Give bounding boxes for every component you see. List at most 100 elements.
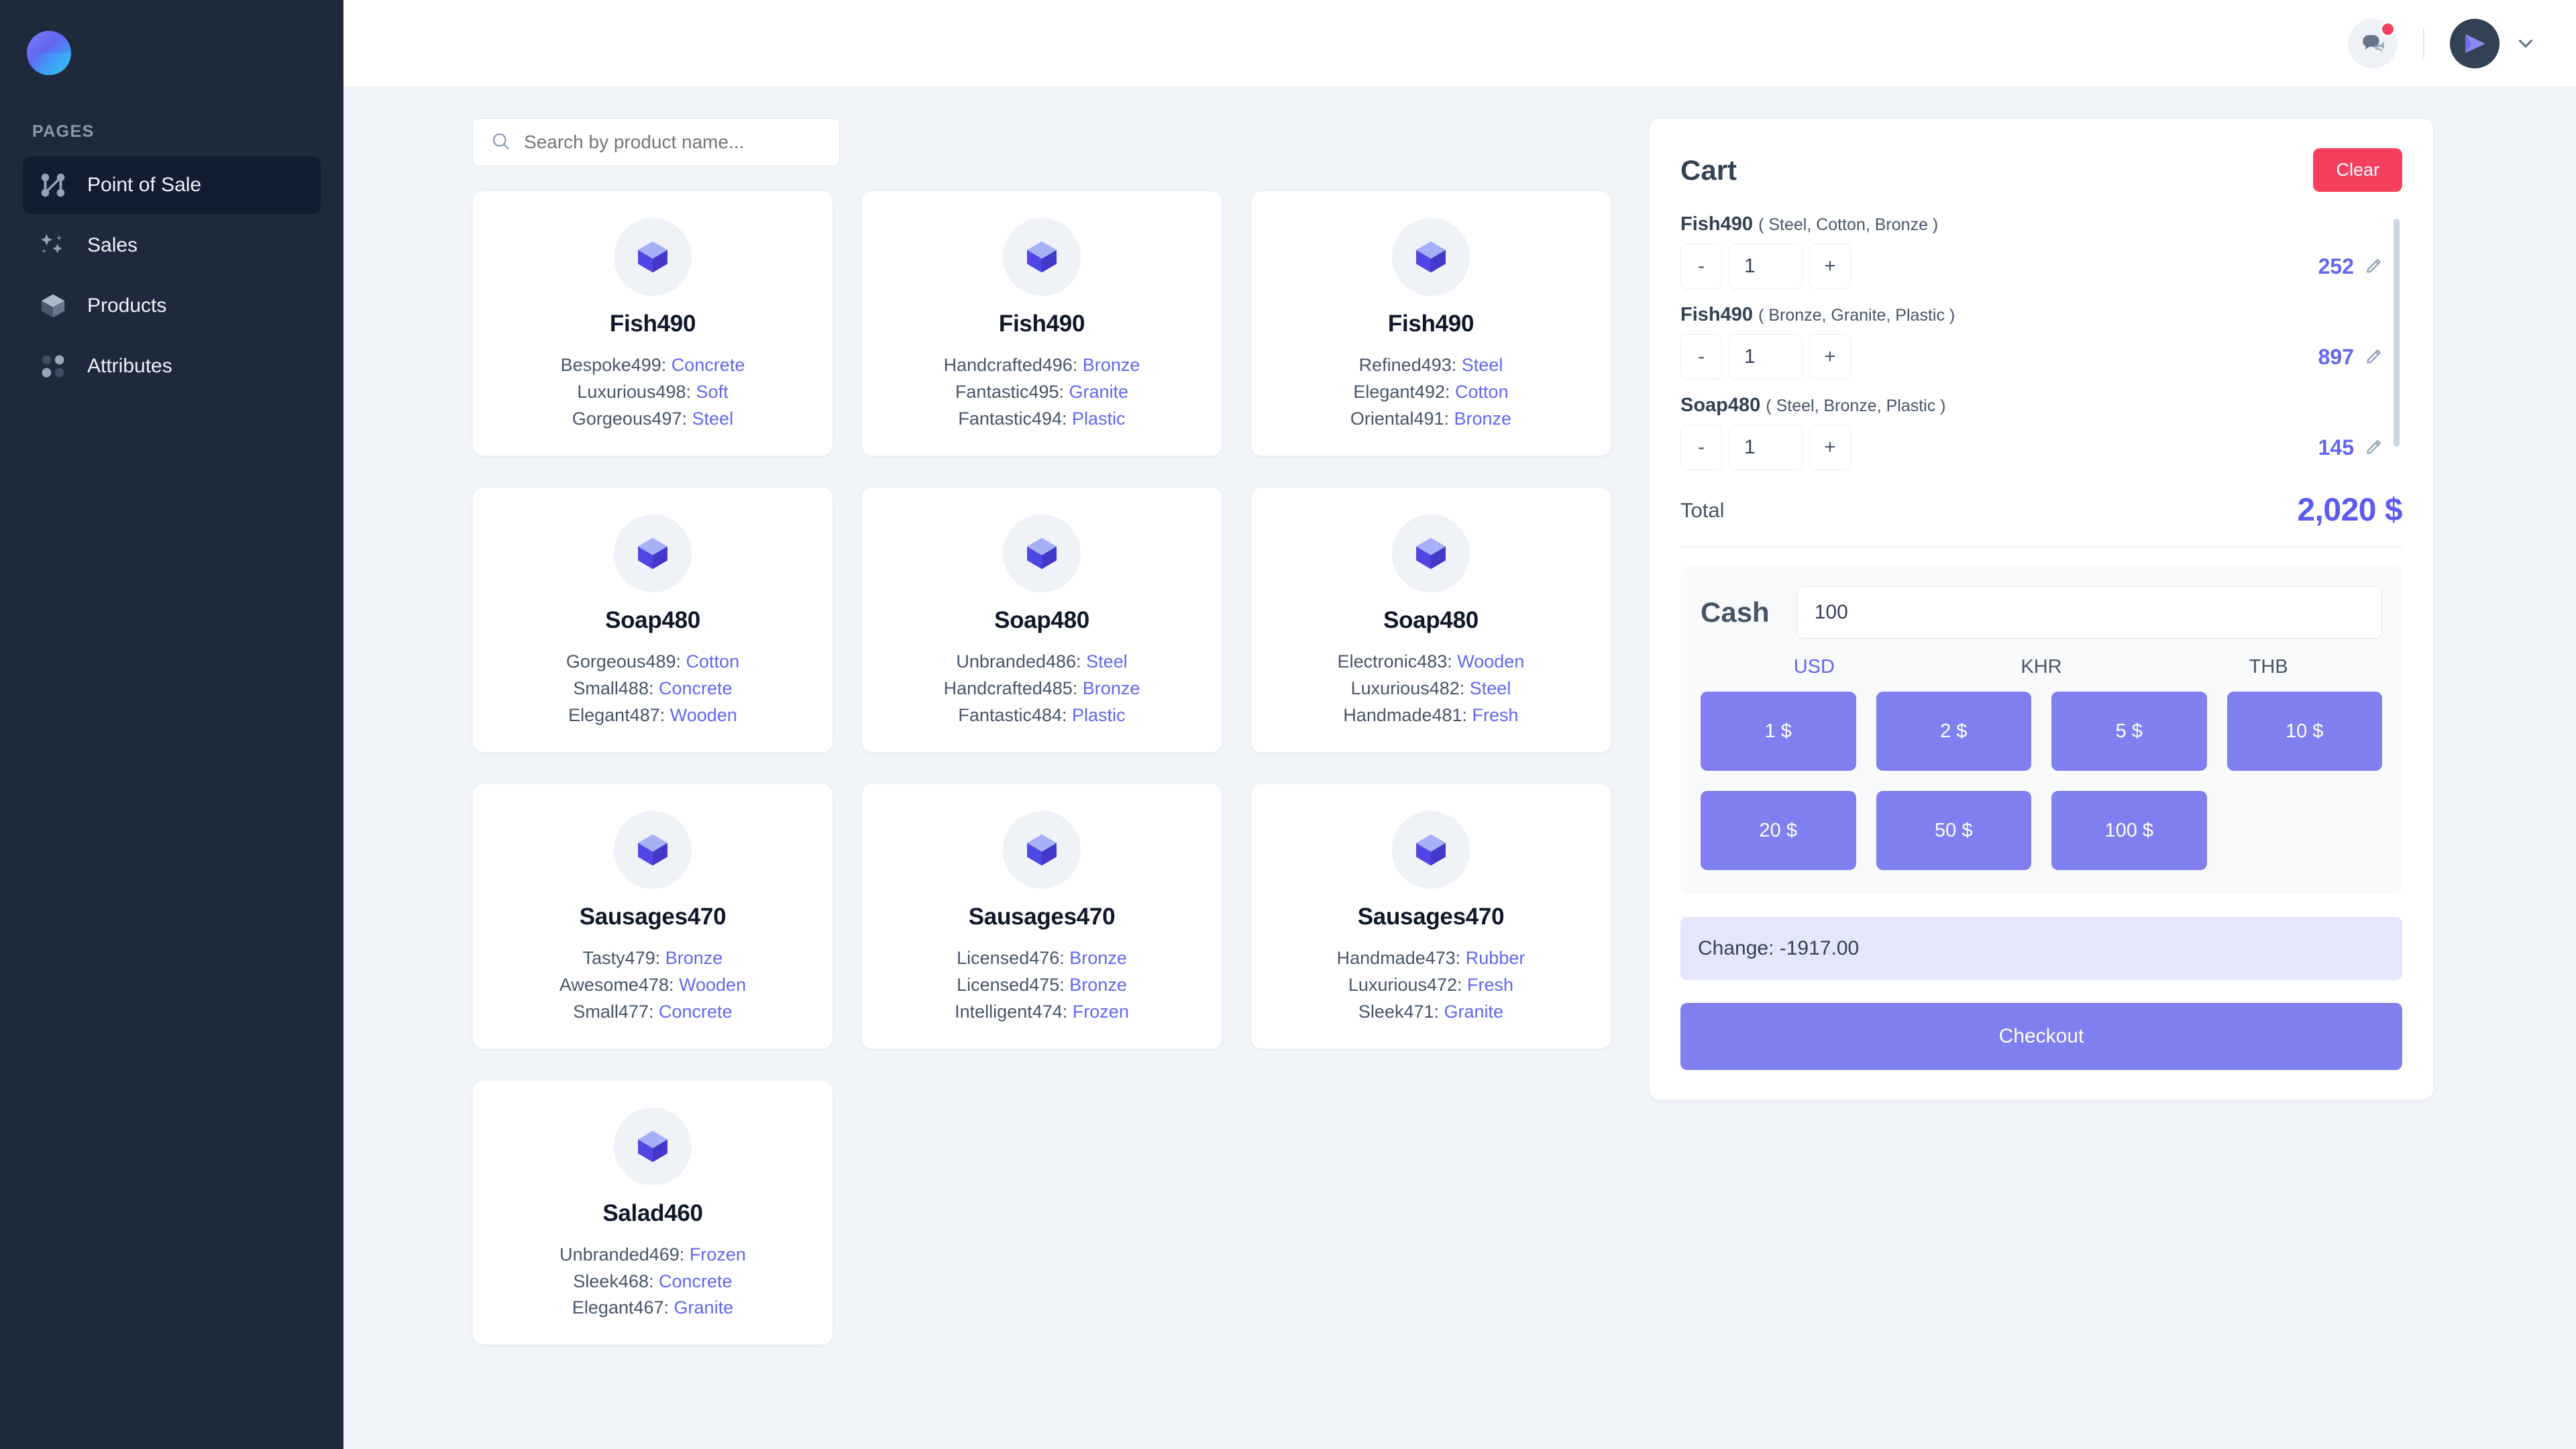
chat-bubbles-icon[interactable] [2348,18,2398,68]
increment-button[interactable]: + [1809,425,1851,470]
denomination-button[interactable]: 20 $ [1701,791,1856,870]
denomination-button[interactable]: 100 $ [2051,791,2207,870]
product-card[interactable]: Sausages470 Tasty479: Bronze Awesome478: W… [472,783,833,1049]
denomination-button[interactable]: 5 $ [2051,692,2207,771]
checkout-button[interactable]: Checkout [1680,1003,2402,1070]
product-cube-icon [1392,218,1470,296]
search-input[interactable] [524,131,822,153]
cube-icon [38,290,68,321]
increment-button[interactable]: + [1809,244,1851,289]
pencil-icon[interactable] [2365,255,2385,278]
product-card[interactable]: Fish490 Bespoke499: Concrete Luxurious498:… [472,191,833,456]
product-attribute: Elegant467: Granite [559,1295,746,1322]
product-attribute: Handcrafted496: Bronze [944,352,1140,379]
cash-input[interactable] [1796,586,2382,639]
chevron-down-icon[interactable] [2514,32,2537,55]
product-attribute: Handcrafted485: Bronze [944,676,1140,702]
attribute-value: Granite [1069,381,1129,402]
sidebar-item-label: Sales [87,234,138,256]
attribute-key: Small488: [573,678,654,698]
topbar-divider [2423,28,2424,58]
product-attributes: Electronic483: Wooden Luxurious482: Steel… [1338,649,1525,729]
product-cube-icon [614,218,692,296]
sidebar-item-sales[interactable]: Sales [23,217,321,274]
attribute-value: Steel [692,408,734,429]
product-attribute: Fantastic484: Plastic [944,702,1140,729]
cart-item-title: Fish490 ( Steel, Cotton, Bronze ) [1680,213,2385,235]
quantity-input[interactable] [1729,244,1803,289]
product-attribute: Unbranded469: Frozen [559,1242,746,1269]
total-value: 2,020 $ [2297,492,2402,528]
quantity-input[interactable] [1729,425,1803,470]
product-card[interactable]: Sausages470 Handmade473: Rubber Luxurious4… [1250,783,1611,1049]
denomination-button[interactable]: 50 $ [1876,791,2031,870]
product-card[interactable]: Soap480 Electronic483: Wooden Luxurious482… [1250,486,1611,753]
pencil-icon[interactable] [2365,345,2385,369]
cart-item-name: Soap480 [1680,394,1761,416]
product-attribute: Elegant492: Cotton [1350,379,1511,406]
main-area: Fish490Bespoke499: ConcreteLuxurious498:… [343,0,2576,1449]
attribute-key: Tasty479: [582,947,661,968]
send-plane-icon [2465,34,2485,53]
app-logo [27,31,71,75]
currency-tab[interactable]: THB [2155,656,2382,678]
product-grid: Fish490 Bespoke499: Concrete Luxurious498:… [472,191,1621,1346]
product-card[interactable]: Fish490 Handcrafted496: Bronze Fantastic49… [861,191,1222,456]
sidebar-item-point-of-sale[interactable]: Point of Sale [23,156,321,214]
sidebar-item-attributes[interactable]: Attributes [23,337,321,395]
avatar[interactable] [2450,18,2500,68]
pencil-icon[interactable] [2365,436,2385,460]
attribute-key: Luxurious472: [1348,974,1462,995]
product-attribute: Oriental491: Bronze [1350,406,1511,433]
clear-cart-button[interactable]: Clear [2313,148,2402,192]
search-bar[interactable] [472,118,840,166]
cart-scrollbar[interactable] [2394,219,2400,447]
decrement-button[interactable]: - [1680,425,1722,470]
product-attributes: Gorgeous489: Cotton Small488: Concrete Ele… [566,649,739,729]
increment-button[interactable]: + [1809,334,1851,380]
attribute-value: Bronze [1082,355,1140,375]
cart-item-name: Fish490 [1680,213,1753,235]
attribute-key: Intelligent474: [955,1001,1068,1022]
product-name: Fish490 [1387,311,1474,337]
denomination-button[interactable]: 10 $ [2226,692,2382,771]
product-attribute: Elegant487: Wooden [566,702,739,729]
decrement-button[interactable]: - [1680,334,1722,380]
product-attributes: Unbranded486: Steel Handcrafted485: Bronz… [944,649,1140,729]
sidebar-item-products[interactable]: Products [23,277,321,335]
currency-tab[interactable]: USD [1701,656,1928,678]
product-name: Soap480 [1383,606,1479,633]
product-attribute: Refined493: Steel [1350,352,1511,379]
product-attributes: Unbranded469: Frozen Sleek468: Concrete El… [559,1242,746,1322]
product-card[interactable]: Sausages470 Licensed476: Bronze Licensed47… [861,783,1222,1049]
denomination-button[interactable]: 1 $ [1701,692,1856,771]
cart-item-price: 145 [2318,435,2354,460]
cart-items-list: Fish490 ( Steel, Cotton, Bronze )-+252 F… [1680,213,2402,485]
quantity-input[interactable] [1729,334,1803,380]
sidebar-item-label: Attributes [87,355,172,377]
attribute-key: Fantastic484: [958,704,1067,725]
attribute-value: Bronze [1082,678,1140,698]
denomination-button[interactable]: 2 $ [1876,692,2031,771]
product-attribute: Handmade473: Rubber [1337,945,1525,972]
attribute-key: Handcrafted496: [943,355,1078,375]
cart-panel: Cart Clear Fish490 ( Steel, Cotton, Bron… [1649,118,2434,1449]
product-cube-icon [614,514,692,592]
cart-item-row: -+897 [1680,334,2385,380]
sidebar-nav: Point of Sale Sales Products Attributes [0,156,343,395]
attribute-value: Fresh [1467,974,1514,995]
product-attribute: Electronic483: Wooden [1338,649,1525,676]
product-card[interactable]: Fish490 Refined493: Steel Elegant492: Cott… [1250,191,1611,456]
product-card[interactable]: Salad460 Unbranded469: Frozen Sleek468: Co… [472,1079,833,1346]
cart-item-row: -+252 [1680,244,2385,289]
currency-tab[interactable]: KHR [1928,656,2155,678]
product-attribute: Small477: Concrete [559,999,746,1026]
product-card[interactable]: Soap480 Gorgeous489: Cotton Small488: Conc… [472,486,833,753]
product-attribute: Fantastic494: Plastic [944,406,1140,433]
logo-container[interactable] [0,0,343,87]
product-attributes: Refined493: Steel Elegant492: Cotton Orien… [1350,352,1511,433]
product-attribute: Gorgeous497: Steel [561,406,745,433]
cart-item: Fish490 ( Steel, Cotton, Bronze )-+252 [1680,213,2385,289]
decrement-button[interactable]: - [1680,244,1722,289]
product-card[interactable]: Soap480 Unbranded486: Steel Handcrafted485… [861,486,1222,753]
